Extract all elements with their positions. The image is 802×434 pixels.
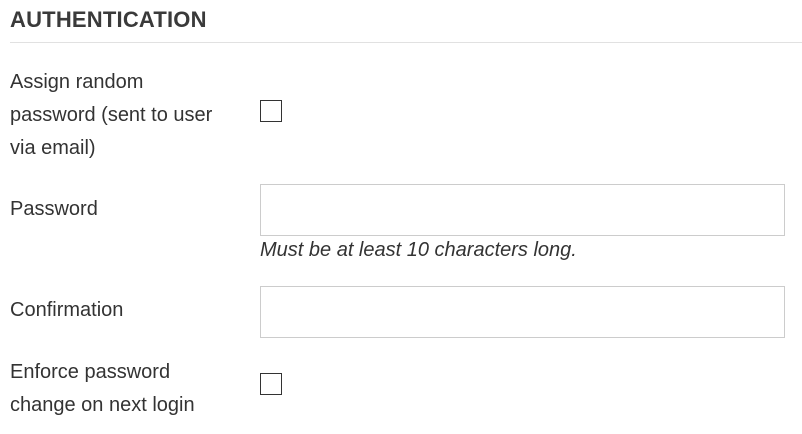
random-password-label-line1: Assign random: [10, 71, 144, 93]
random-password-label: Assign random password (sent to user via…: [10, 66, 240, 165]
enforce-change-label-line2: change on next login: [10, 394, 195, 416]
authentication-section: AUTHENTICATION Assign random password (s…: [10, 0, 802, 434]
random-password-label-line2: password (sent to user: [10, 104, 213, 126]
random-password-checkbox[interactable]: [260, 100, 282, 122]
confirmation-label: Confirmation: [10, 299, 124, 321]
confirmation-input[interactable]: [260, 286, 785, 338]
enforce-change-label: Enforce password change on next login: [10, 356, 240, 422]
section-divider: [10, 42, 802, 43]
section-title: AUTHENTICATION: [10, 7, 207, 32]
password-help-text: Must be at least 10 characters long.: [260, 239, 577, 261]
password-input[interactable]: [260, 184, 785, 236]
random-password-label-line3: via email): [10, 137, 96, 159]
password-label: Password: [10, 198, 98, 220]
enforce-change-checkbox[interactable]: [260, 373, 282, 395]
enforce-change-label-line1: Enforce password: [10, 361, 171, 383]
